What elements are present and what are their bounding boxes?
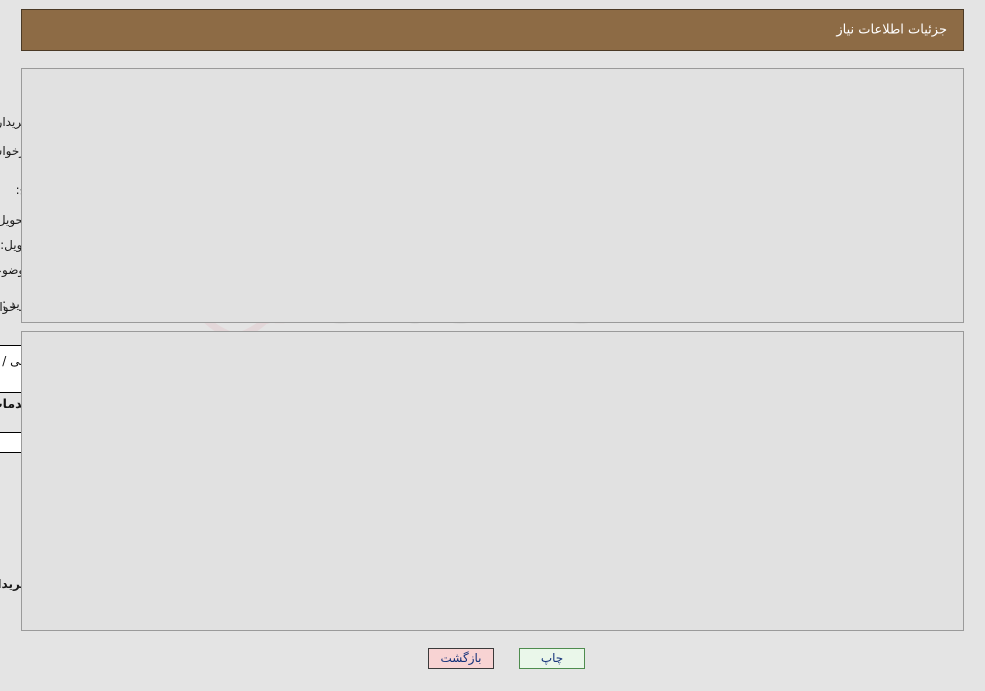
page-title: جزئیات اطلاعات نیاز [836, 22, 947, 38]
page-root: AnaTender.net جزئیات اطلاعات نیاز شماره … [0, 0, 985, 691]
back-button[interactable]: بازگشت [428, 648, 494, 669]
need-info-panel [21, 68, 964, 323]
services-panel [21, 331, 964, 631]
print-button[interactable]: چاپ [519, 648, 585, 669]
page-header: جزئیات اطلاعات نیاز [21, 9, 964, 51]
